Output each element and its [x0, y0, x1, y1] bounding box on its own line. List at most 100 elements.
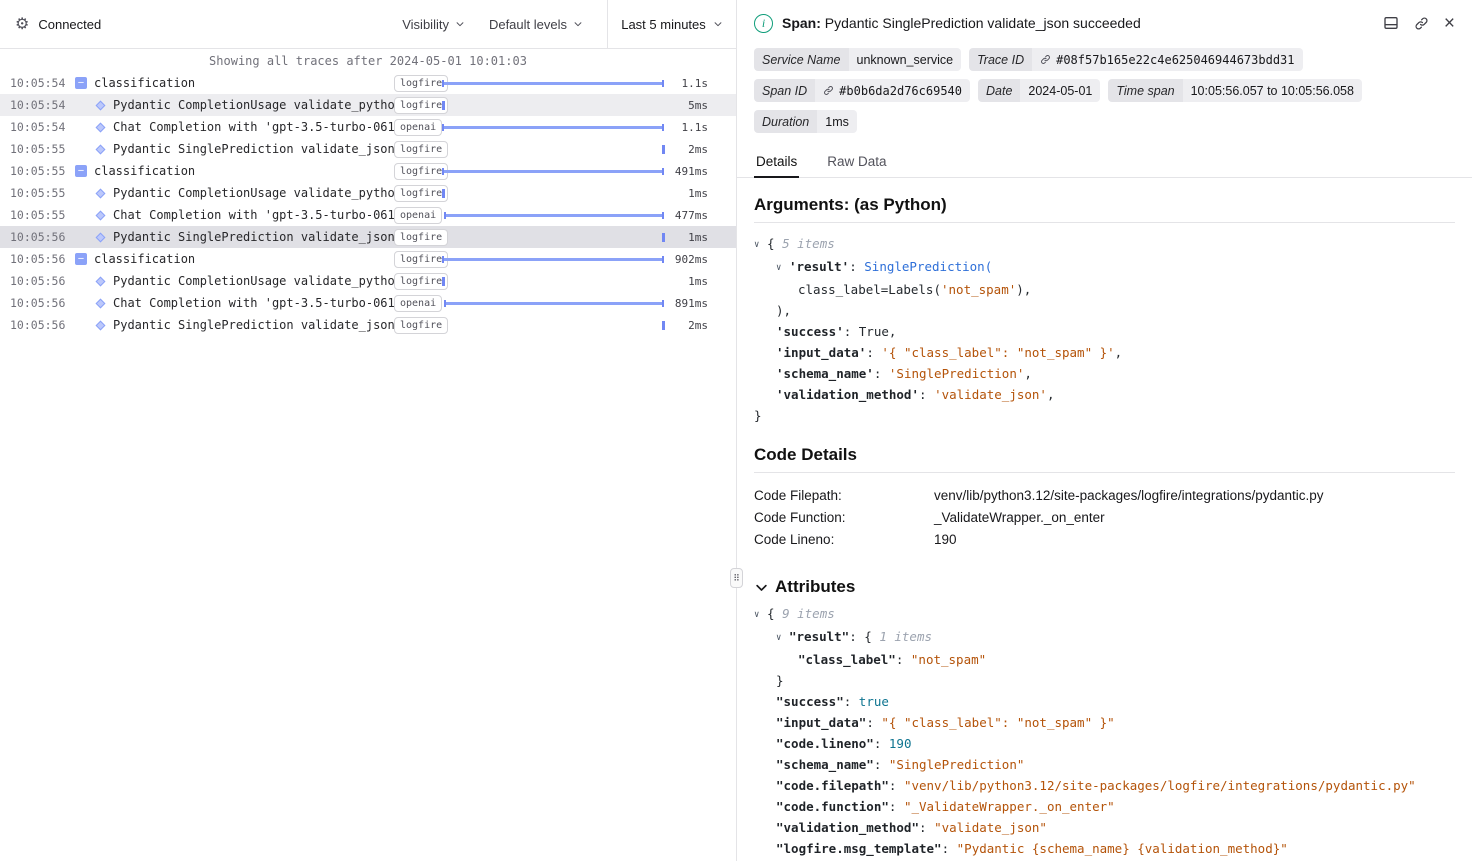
- span-duration-bar-track: [442, 138, 664, 160]
- code-detail-row: Code Filepath:venv/lib/python3.12/site-p…: [754, 485, 1455, 507]
- span-diamond-icon: [96, 320, 106, 330]
- trace-row-time: 10:05:55: [0, 208, 70, 222]
- span-duration-bar: [442, 101, 445, 110]
- link-icon[interactable]: [823, 85, 834, 96]
- trace-row[interactable]: 10:05:56Chat Completion with 'gpt-3.5-tu…: [0, 292, 736, 314]
- span-diamond-icon: [96, 276, 106, 286]
- connection-status: Connected: [38, 17, 101, 32]
- trace-row-duration: 1ms: [664, 275, 736, 288]
- trace-row-label: Chat Completion with 'gpt-3.5-turbo-061: [113, 208, 394, 222]
- trace-row[interactable]: 10:05:56−classificationlogfire902ms: [0, 248, 736, 270]
- collapse-minus-icon[interactable]: −: [75, 77, 87, 89]
- trace-row-duration: 1.1s: [664, 77, 736, 90]
- span-duration-bar-track: [442, 226, 664, 248]
- trace-row-label: Chat Completion with 'gpt-3.5-turbo-061: [113, 296, 394, 310]
- badge-value: unknown_service: [849, 48, 962, 71]
- chevron-down-icon[interactable]: ∨: [776, 628, 789, 649]
- badge-value-text: 1ms: [825, 115, 849, 129]
- traces-header: Showing all traces after 2024-05-01 10:0…: [0, 49, 736, 72]
- visibility-dropdown-label: Visibility: [402, 17, 449, 32]
- span-duration-bar: [442, 277, 445, 286]
- trace-row-duration: 891ms: [664, 297, 736, 310]
- dock-panel-icon[interactable]: [1383, 15, 1399, 31]
- close-icon[interactable]: ×: [1444, 14, 1455, 33]
- trace-row[interactable]: 10:05:56Pydantic CompletionUsage validat…: [0, 270, 736, 292]
- visibility-dropdown[interactable]: Visibility: [402, 17, 465, 32]
- span-diamond-icon: [96, 210, 106, 220]
- trace-row-time: 10:05:55: [0, 164, 70, 178]
- code-detail-value: venv/lib/python3.12/site-packages/logfir…: [934, 485, 1323, 507]
- trace-row-duration: 491ms: [664, 165, 736, 178]
- span-attribute-badge: Trace ID#08f57b165e22c4e625046944673bdd3…: [969, 48, 1302, 71]
- trace-row[interactable]: 10:05:54Pydantic CompletionUsage validat…: [0, 94, 736, 116]
- badge-value-text: unknown_service: [857, 53, 954, 67]
- chevron-down-icon[interactable]: ∨: [754, 235, 767, 256]
- trace-row[interactable]: 10:05:56 Pydantic SinglePrediction valida…: [0, 314, 736, 336]
- time-range-dropdown[interactable]: Last 5 minutes: [607, 0, 736, 48]
- link-icon[interactable]: [1040, 54, 1051, 65]
- span-duration-bar-track: [442, 94, 664, 116]
- trace-row-time: 10:05:56: [0, 318, 70, 332]
- code-line: 'input_data': '{ "class_label": "not_spa…: [754, 342, 1455, 363]
- code-line: "class_label": "not_spam": [754, 649, 1455, 670]
- scope-tag-badge: logfire: [394, 163, 448, 180]
- span-duration-bar-track: [442, 204, 664, 226]
- scope-tag-badge: logfire: [394, 185, 448, 202]
- settings-gear-icon[interactable]: ⚙: [15, 14, 29, 34]
- trace-row[interactable]: 10:05:55−classificationlogfire491ms: [0, 160, 736, 182]
- trace-row-label: Pydantic SinglePrediction validate_json: [113, 318, 394, 332]
- code-line: "code.function": "_ValidateWrapper._on_e…: [754, 796, 1455, 817]
- span-title-text: Pydantic SinglePrediction validate_json …: [825, 15, 1141, 31]
- code-line: ∨{ 5 items: [754, 233, 1455, 256]
- span-duration-bar-track: [442, 270, 664, 292]
- trace-list: 10:05:54−classificationlogfire1.1s10:05:…: [0, 72, 736, 336]
- span-diamond-icon: [96, 298, 106, 308]
- trace-row-time: 10:05:55: [0, 142, 70, 156]
- default-levels-dropdown-label: Default levels: [489, 17, 567, 32]
- trace-row[interactable]: 10:05:55Pydantic CompletionUsage validat…: [0, 182, 736, 204]
- trace-row-label: Pydantic SinglePrediction validate_json: [113, 230, 394, 244]
- span-diamond-icon: [96, 122, 106, 132]
- code-line: "success": true: [754, 691, 1455, 712]
- code-line: "code.filepath": "venv/lib/python3.12/si…: [754, 775, 1455, 796]
- span-detail-panel: i Span: Pydantic SinglePrediction valida…: [737, 0, 1472, 861]
- trace-row[interactable]: 10:05:55 Chat Completion with 'gpt-3.5-tu…: [0, 204, 736, 226]
- badge-label: Span ID: [754, 79, 815, 102]
- span-duration-bar: [442, 82, 664, 85]
- detail-tabs: Details Raw Data: [737, 145, 1472, 178]
- badge-value: 10:05:56.057 to 10:05:56.058: [1183, 79, 1362, 102]
- badge-label: Trace ID: [969, 48, 1032, 71]
- badge-value: #b0b6da2d76c69540: [815, 79, 970, 102]
- tab-raw-data[interactable]: Raw Data: [825, 145, 888, 178]
- trace-row-duration: 1ms: [664, 231, 736, 244]
- trace-row[interactable]: 10:05:55Pydantic SinglePrediction valida…: [0, 138, 736, 160]
- trace-row[interactable]: 10:05:54Chat Completion with 'gpt-3.5-tu…: [0, 116, 736, 138]
- chevron-down-icon[interactable]: ∨: [754, 605, 767, 626]
- code-detail-label: Code Lineno:: [754, 529, 934, 551]
- span-attribute-badge: Date2024-05-01: [978, 79, 1100, 102]
- collapse-minus-icon[interactable]: −: [75, 253, 87, 265]
- trace-row-time: 10:05:54: [0, 76, 70, 90]
- badge-value: 1ms: [817, 110, 857, 133]
- badge-label: Service Name: [754, 48, 849, 71]
- code-detail-label: Code Filepath:: [754, 485, 934, 507]
- attributes-heading[interactable]: Attributes: [754, 577, 1455, 597]
- chevron-down-icon[interactable]: ∨: [776, 258, 789, 279]
- code-line: "validation_method": "validate_json": [754, 817, 1455, 838]
- code-line: ),: [754, 300, 1455, 321]
- scope-tag-badge: openai: [394, 119, 442, 136]
- default-levels-dropdown[interactable]: Default levels: [489, 17, 583, 32]
- code-detail-label: Code Function:: [754, 507, 934, 529]
- span-duration-bar: [662, 233, 665, 242]
- span-duration-bar: [662, 145, 665, 154]
- detail-content: Arguments: (as Python) ∨{ 5 items∨'resul…: [737, 178, 1472, 861]
- badge-value: #08f57b165e22c4e625046944673bdd31: [1032, 48, 1302, 71]
- badge-label: Date: [978, 79, 1020, 102]
- trace-row-time: 10:05:54: [0, 120, 70, 134]
- trace-row[interactable]: 10:05:56Pydantic SinglePrediction valida…: [0, 226, 736, 248]
- collapse-minus-icon[interactable]: −: [75, 165, 87, 177]
- tab-details[interactable]: Details: [754, 145, 799, 178]
- link-icon[interactable]: [1414, 16, 1429, 31]
- splitter-handle[interactable]: ⠿: [730, 568, 743, 588]
- trace-row[interactable]: 10:05:54−classificationlogfire1.1s: [0, 72, 736, 94]
